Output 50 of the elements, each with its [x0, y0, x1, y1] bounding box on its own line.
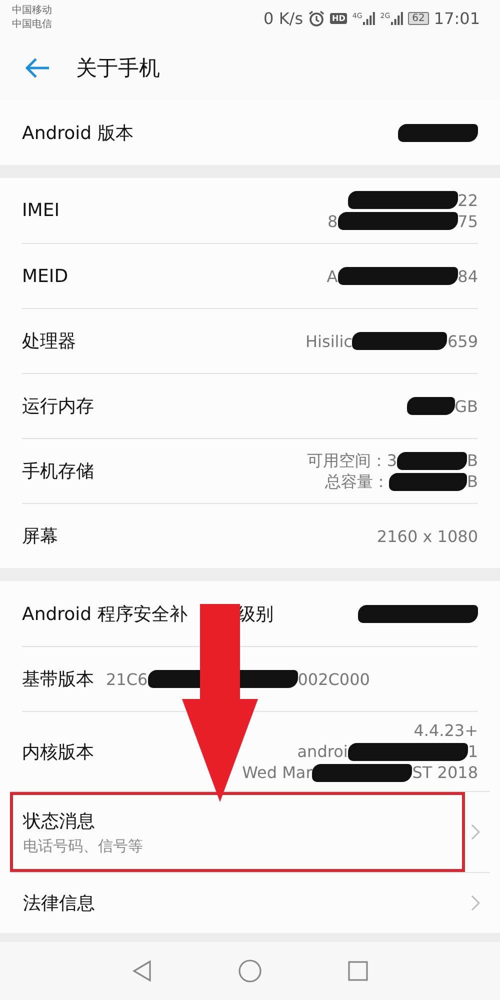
setting-value: 总容量：	[325, 471, 390, 492]
setting-label: Android 版本	[22, 122, 134, 144]
setting-value: 75	[458, 210, 478, 232]
chevron-icon	[471, 895, 480, 911]
setting-value: Wed Mar	[242, 762, 312, 783]
page-title: 关于手机	[76, 55, 160, 82]
setting-value: 002C000	[298, 668, 370, 690]
setting-value: androi	[297, 741, 348, 762]
home-icon[interactable]	[238, 959, 262, 983]
setting-label: MEID	[22, 266, 68, 286]
setting-label: 内核版本	[22, 740, 94, 764]
setting-value: 659	[447, 330, 478, 352]
setting-label: 基带版本	[22, 668, 94, 691]
setting-label: 屏幕	[22, 525, 58, 548]
setting-value: 1	[468, 741, 478, 762]
signal-icon	[363, 12, 376, 24]
carrier-name: 中国电信	[12, 18, 52, 32]
signal-icon	[391, 12, 404, 24]
setting-value: 21C6	[106, 668, 148, 690]
setting-label: 处理器	[22, 330, 76, 353]
recents-icon[interactable]	[348, 961, 368, 981]
hd-badge: HD	[330, 12, 348, 24]
setting-value: 4.4.23+	[414, 720, 478, 741]
setting-label: Android 程序安全补	[22, 602, 188, 626]
settings-item[interactable]: 状态消息 电话号码、信号等	[10, 792, 465, 872]
clock: 17:01	[434, 8, 480, 28]
setting-value: B	[467, 450, 478, 471]
redaction-mark	[406, 397, 455, 415]
setting-value: B	[467, 471, 478, 492]
redaction-mark	[397, 452, 468, 470]
back-icon[interactable]	[132, 960, 152, 982]
setting-value: 22	[458, 190, 478, 210]
setting-value: 2160 x 1080	[376, 526, 478, 546]
back-icon[interactable]	[24, 57, 50, 79]
setting-label: 手机存储	[22, 460, 94, 483]
setting-value: ST 2018	[412, 762, 478, 783]
chevron-icon	[471, 824, 480, 840]
alarm-icon	[308, 10, 326, 26]
battery-level: 62	[408, 12, 429, 24]
setting-value: A	[326, 266, 338, 286]
setting-label: IMEI	[22, 200, 60, 221]
setting-value: GB	[454, 396, 478, 416]
settings-item[interactable]: 法律信息	[10, 873, 465, 933]
setting-value: 84	[458, 266, 478, 286]
carrier-name: 中国移动	[12, 4, 52, 18]
network-speed: 0 K/s	[264, 8, 304, 28]
setting-value: 可用空间：3	[306, 450, 398, 471]
setting-value: Hisilic	[306, 330, 352, 352]
setting-value: 8	[327, 210, 338, 232]
setting-label: 运行内存	[22, 395, 94, 418]
